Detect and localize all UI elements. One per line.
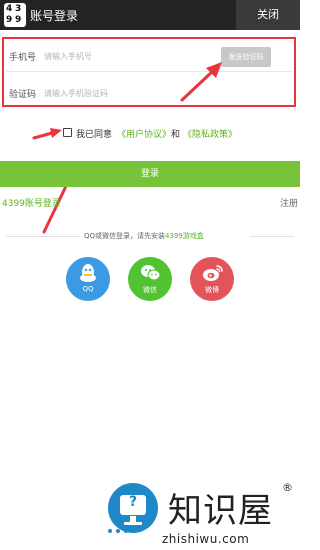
privacy-policy-link[interactable]: 《隐私政策》 <box>183 127 237 140</box>
wechat-label: 微信 <box>143 286 157 294</box>
code-row: 验证码 <box>6 78 292 109</box>
watermark-title: 知识屋 <box>168 491 273 531</box>
agree-text: 我已同意 <box>76 130 113 140</box>
weibo-icon <box>203 265 223 281</box>
watermark-registered: ® <box>282 481 293 494</box>
wechat-icon <box>141 265 161 281</box>
logo-digit: 4 <box>6 4 13 14</box>
page-title: 账号登录 <box>30 9 79 23</box>
weibo-label: 微博 <box>205 286 219 294</box>
user-agreement-link[interactable]: 《用户协议》 <box>117 127 171 140</box>
site-watermark: ? 知识屋 ® zhishiwu.com <box>104 479 300 550</box>
qq-icon <box>80 264 96 282</box>
annotation-arrow-icon <box>180 62 222 102</box>
logo-digit: 9 <box>15 15 22 25</box>
third-party-hint-prefix: QQ或微信登录，请先安装 <box>84 232 166 240</box>
logo-digit: 9 <box>6 15 13 25</box>
question-monitor-icon: ? <box>108 483 158 533</box>
qq-login-button[interactable]: QQ <box>66 257 110 301</box>
logo-4399-icon: 4 3 9 9 <box>4 3 26 27</box>
game-box-link[interactable]: 4399游戏盒 <box>165 232 204 240</box>
weibo-login-button[interactable]: 微博 <box>190 257 234 301</box>
dots-icon <box>108 529 128 533</box>
divider <box>6 236 80 237</box>
code-label: 验证码 <box>9 90 37 100</box>
wechat-login-button[interactable]: 微信 <box>128 257 172 301</box>
account-login-link[interactable]: 4399账号登录 <box>2 196 61 209</box>
login-button[interactable]: 登录 <box>0 161 300 187</box>
agree-and-text: 和 <box>171 130 181 140</box>
header-bar: 4 3 9 9 账号登录 关闭 <box>0 0 300 30</box>
phone-label: 手机号 <box>9 53 37 63</box>
watermark-url: zhishiwu.com <box>162 532 250 546</box>
divider <box>250 236 294 237</box>
register-link[interactable]: 注册 <box>280 196 298 209</box>
annotation-arrow-icon <box>32 128 62 140</box>
get-code-button[interactable]: 发送验证码 <box>221 47 271 67</box>
agree-checkbox[interactable] <box>63 128 72 137</box>
qq-label: QQ <box>82 285 94 293</box>
third-party-hint: QQ或微信登录，请先安装4399游戏盒 <box>84 231 204 241</box>
logo-digit: 3 <box>15 4 22 14</box>
close-button[interactable]: 关闭 <box>236 0 300 30</box>
